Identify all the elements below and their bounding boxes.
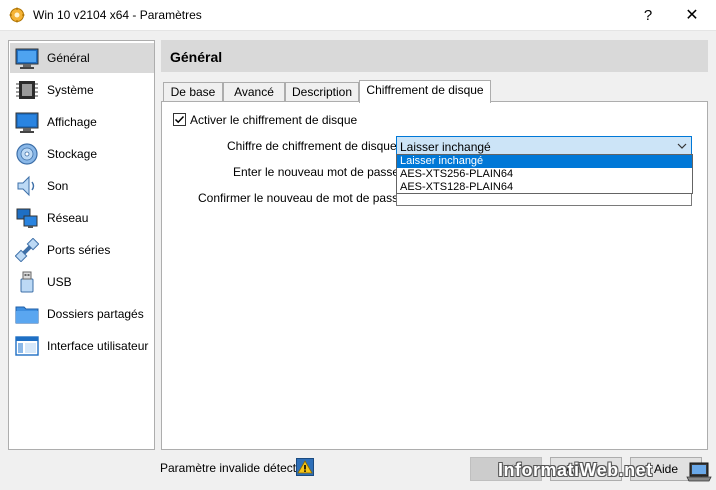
sidebar-item-label: Dossiers partagés [47,307,144,321]
settings-sidebar: Général Système Affichage Stockage Son R… [8,40,155,450]
sidebar-item-label: Interface utilisateur [47,339,149,353]
watermark-text: InformatiWeb.net [498,460,653,480]
title-help-button[interactable]: ? [630,4,666,28]
sidebar-item-label: Système [47,83,94,97]
sidebar-item-label: Ports séries [47,243,111,257]
cipher-select[interactable]: Laisser inchangé [396,136,692,156]
sidebar-item-shared-folders[interactable]: Dossiers partagés [10,299,154,329]
sidebar-item-label: Réseau [47,211,89,225]
cipher-option[interactable]: Laisser inchangé [397,155,692,168]
sidebar-item-storage[interactable]: Stockage [10,139,154,169]
usb-icon [20,271,34,293]
page-title: Général [170,49,223,65]
virtualbox-icon [9,7,25,23]
warning-icon[interactable] [296,458,314,476]
enable-encryption-label[interactable]: Activer le chiffrement de disque [190,113,357,127]
status-message: Paramètre invalide détecté [160,461,303,475]
serial-ports-icon [15,238,39,262]
sidebar-item-label: USB [47,275,72,289]
cipher-option[interactable]: AES-XTS256-PLAIN64 [397,168,692,181]
new-password-label: Enter le nouveau mot de passe : [233,165,406,179]
system-icon [16,81,38,99]
tab-bar: De base Avancé Description Chiffrement d… [161,80,708,103]
sidebar-item-label: Son [47,179,69,193]
sidebar-item-label: Stockage [47,147,98,161]
sidebar-item-audio[interactable]: Son [10,171,154,201]
sidebar-item-system[interactable]: Système [10,75,154,105]
cipher-dropdown-list: Laisser inchangé AES-XTS256-PLAIN64 AES-… [396,154,693,194]
cipher-label: Chiffre de chiffrement de disque : [227,139,404,153]
storage-icon [16,143,38,165]
checkmark-icon [174,115,185,124]
sidebar-item-serial-ports[interactable]: Ports séries [10,235,154,265]
cipher-selected-value: Laisser inchangé [400,140,491,154]
tab-description[interactable]: Description [285,82,359,102]
sidebar-item-label: Général [47,51,90,65]
title-bar: Win 10 v2104 x64 - Paramètres ? ✕ [0,0,716,31]
laptop-icon [686,462,712,482]
sidebar-item-network[interactable]: Réseau [10,203,154,233]
section-header: Général [161,40,708,72]
enable-encryption-checkbox[interactable] [173,113,186,126]
display-icon [15,112,39,133]
close-button[interactable]: ✕ [672,4,712,28]
user-interface-icon [15,336,39,356]
tab-advanced[interactable]: Avancé [223,82,285,102]
sidebar-item-usb[interactable]: USB [10,267,154,297]
window-title: Win 10 v2104 x64 - Paramètres [33,8,202,22]
confirm-password-label: Confirmer le nouveau de mot de passe : [198,191,412,205]
audio-icon [17,175,35,197]
tab-disk-encryption[interactable]: Chiffrement de disque [359,80,491,103]
cipher-option[interactable]: AES-XTS128-PLAIN64 [397,181,692,194]
sidebar-item-general[interactable]: Général [10,43,154,73]
shared-folders-icon [15,306,39,324]
network-icon [16,208,38,228]
sidebar-item-display[interactable]: Affichage [10,107,154,137]
watermark: InformatiWeb.net [490,458,716,490]
tab-basic[interactable]: De base [163,82,223,102]
sidebar-item-label: Affichage [47,115,97,129]
sidebar-item-user-interface[interactable]: Interface utilisateur [10,331,154,361]
general-icon [15,48,39,69]
chevron-down-icon [677,143,687,149]
